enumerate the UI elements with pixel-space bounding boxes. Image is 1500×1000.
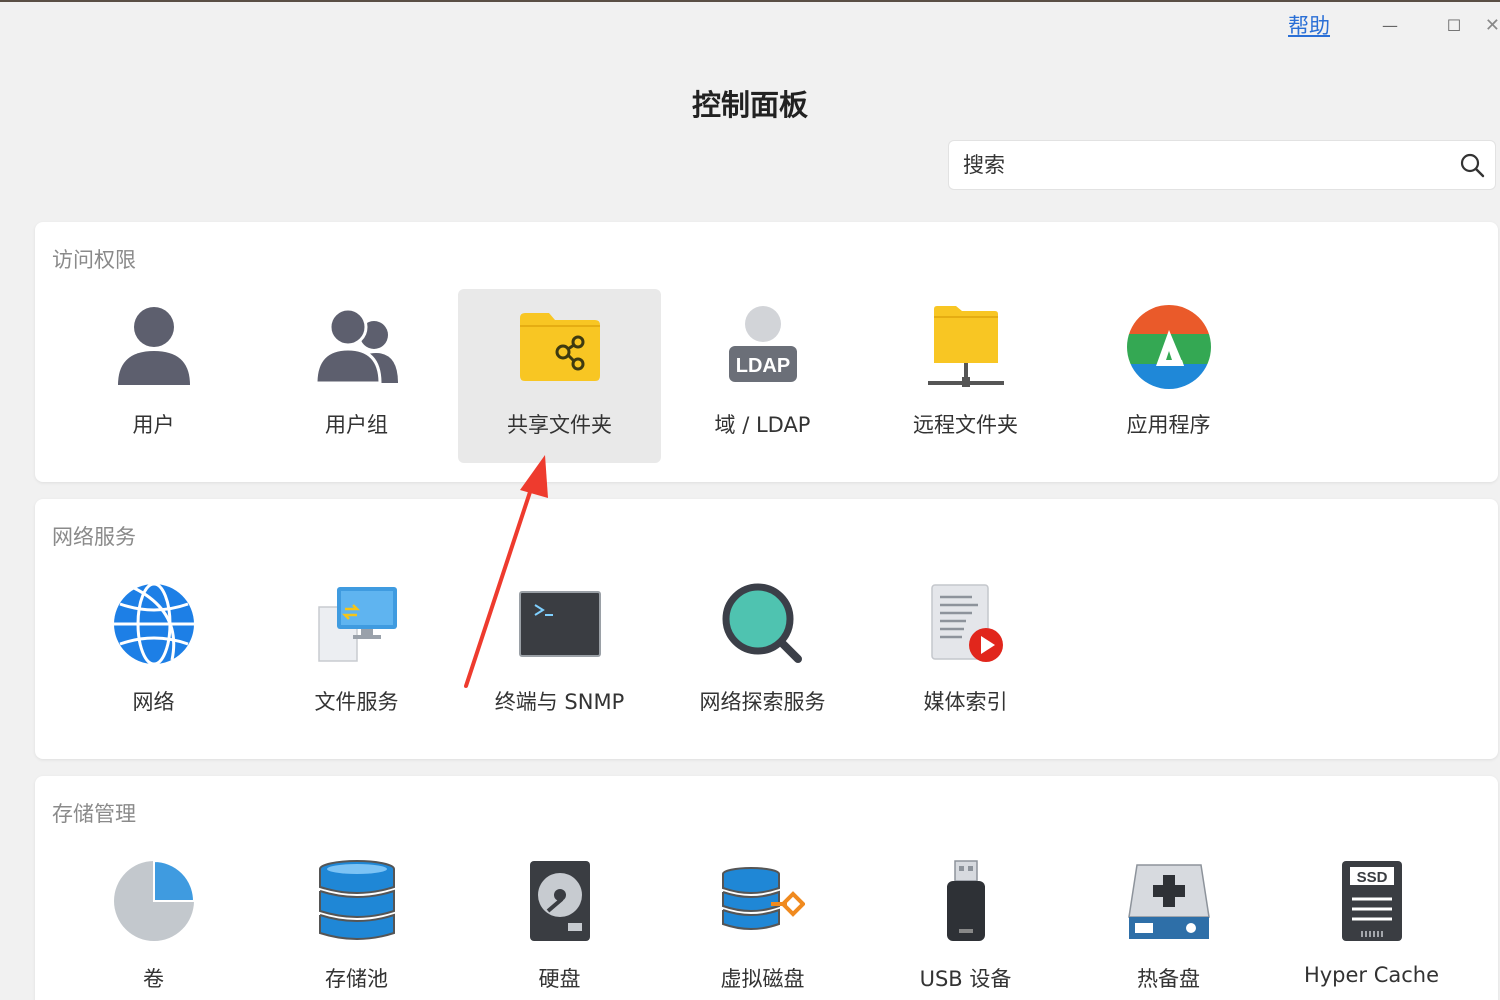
tile-users[interactable]: 用户 bbox=[52, 289, 255, 463]
tile-hard-disks[interactable]: 硬盘 bbox=[458, 843, 661, 1000]
tile-storage-pool[interactable]: 存储池 bbox=[255, 843, 458, 1000]
tile-label: 用户 bbox=[132, 413, 175, 437]
tile-label: Hyper Cache bbox=[1303, 963, 1440, 987]
terminal-icon bbox=[514, 578, 606, 670]
tile-label: 网络 bbox=[132, 690, 175, 714]
section-title: 存储管理 bbox=[52, 802, 136, 826]
hard-disk-icon bbox=[514, 855, 606, 947]
remote-folder-icon bbox=[920, 301, 1012, 393]
tile-remote-folders[interactable]: 远程文件夹 bbox=[864, 289, 1067, 463]
tile-network[interactable]: 网络 bbox=[52, 566, 255, 740]
media-index-icon bbox=[920, 578, 1012, 670]
section-title: 网络服务 bbox=[52, 525, 136, 549]
search-box bbox=[948, 140, 1496, 190]
tile-virtual-disks[interactable]: 虚拟磁盘 bbox=[661, 843, 864, 1000]
tile-applications[interactable]: 应用程序 bbox=[1067, 289, 1270, 463]
page-title: 控制面板 bbox=[691, 88, 808, 122]
help-link[interactable]: 帮助 bbox=[1288, 10, 1330, 40]
tile-label: 媒体索引 bbox=[923, 690, 1008, 714]
tile-label: 终端与 SNMP bbox=[494, 690, 625, 714]
search-icon[interactable] bbox=[1449, 141, 1495, 189]
volume-pie-icon bbox=[108, 855, 200, 947]
tile-user-groups[interactable]: 用户组 bbox=[255, 289, 458, 463]
section-network-services: 网络服务 网络 文件服务 终端与 SNMP 网络探索服务 媒体索引 bbox=[35, 499, 1498, 759]
tile-label: 远程文件夹 bbox=[913, 413, 1018, 437]
tile-label: 卷 bbox=[143, 967, 164, 991]
tile-domain-ldap[interactable]: LDAP 域 / LDAP bbox=[661, 289, 864, 463]
file-service-icon bbox=[311, 578, 403, 670]
tile-hyper-cache[interactable]: SSD Hyper Cache bbox=[1270, 843, 1473, 1000]
tile-terminal-snmp[interactable]: 终端与 SNMP bbox=[458, 566, 661, 740]
tile-network-discovery[interactable]: 网络探索服务 bbox=[661, 566, 864, 740]
tile-label: 硬盘 bbox=[538, 967, 581, 991]
section-access-rights: 访问权限 用户 用户组 共享文件夹 LDAP 域 / LDAP 远程文件夹 应用… bbox=[35, 222, 1498, 482]
user-icon bbox=[108, 301, 200, 393]
tile-label: 域 / LDAP bbox=[714, 413, 811, 437]
tile-shared-folders[interactable]: 共享文件夹 bbox=[458, 289, 661, 463]
tile-label: USB 设备 bbox=[919, 967, 1012, 991]
network-globe-icon bbox=[108, 578, 200, 670]
tile-media-index[interactable]: 媒体索引 bbox=[864, 566, 1067, 740]
tile-label: 网络探索服务 bbox=[699, 690, 826, 714]
app-icon bbox=[1123, 301, 1215, 393]
svg-text:SSD: SSD bbox=[1356, 869, 1387, 886]
svg-text:LDAP: LDAP bbox=[735, 355, 789, 377]
usb-device-icon bbox=[920, 855, 1012, 947]
tile-volumes[interactable]: 卷 bbox=[52, 843, 255, 1000]
window-top-border bbox=[0, 0, 1500, 2]
tile-label: 热备盘 bbox=[1137, 967, 1200, 991]
tile-label: 虚拟磁盘 bbox=[720, 967, 805, 991]
maximize-button[interactable]: ☐ bbox=[1422, 10, 1486, 40]
tile-label: 共享文件夹 bbox=[507, 413, 612, 437]
storage-pool-icon bbox=[311, 855, 403, 947]
section-storage-management: 存储管理 卷 存储池 硬盘 虚拟磁盘 USB 设备 热备盘 SSD Hyper … bbox=[35, 776, 1498, 1000]
tile-usb-devices[interactable]: USB 设备 bbox=[864, 843, 1067, 1000]
tile-label: 存储池 bbox=[325, 967, 388, 991]
ldap-icon: LDAP bbox=[717, 301, 809, 393]
network-discovery-icon bbox=[717, 578, 809, 670]
ssd-icon: SSD bbox=[1326, 855, 1418, 947]
tile-file-services[interactable]: 文件服务 bbox=[255, 566, 458, 740]
minimize-button[interactable]: — bbox=[1358, 10, 1422, 40]
hot-spare-icon bbox=[1123, 855, 1215, 947]
section-title: 访问权限 bbox=[52, 248, 136, 272]
virtual-disk-icon bbox=[717, 855, 809, 947]
tile-label: 用户组 bbox=[325, 413, 388, 437]
search-input[interactable] bbox=[949, 141, 1449, 189]
user-group-icon bbox=[311, 301, 403, 393]
tile-hot-spare[interactable]: 热备盘 bbox=[1067, 843, 1270, 1000]
tile-label: 应用程序 bbox=[1126, 413, 1211, 437]
shared-folder-icon bbox=[514, 301, 606, 393]
window-controls: 帮助 — ☐ ✕ bbox=[1288, 10, 1500, 40]
close-button[interactable]: ✕ bbox=[1486, 10, 1500, 40]
tile-label: 文件服务 bbox=[314, 690, 399, 714]
